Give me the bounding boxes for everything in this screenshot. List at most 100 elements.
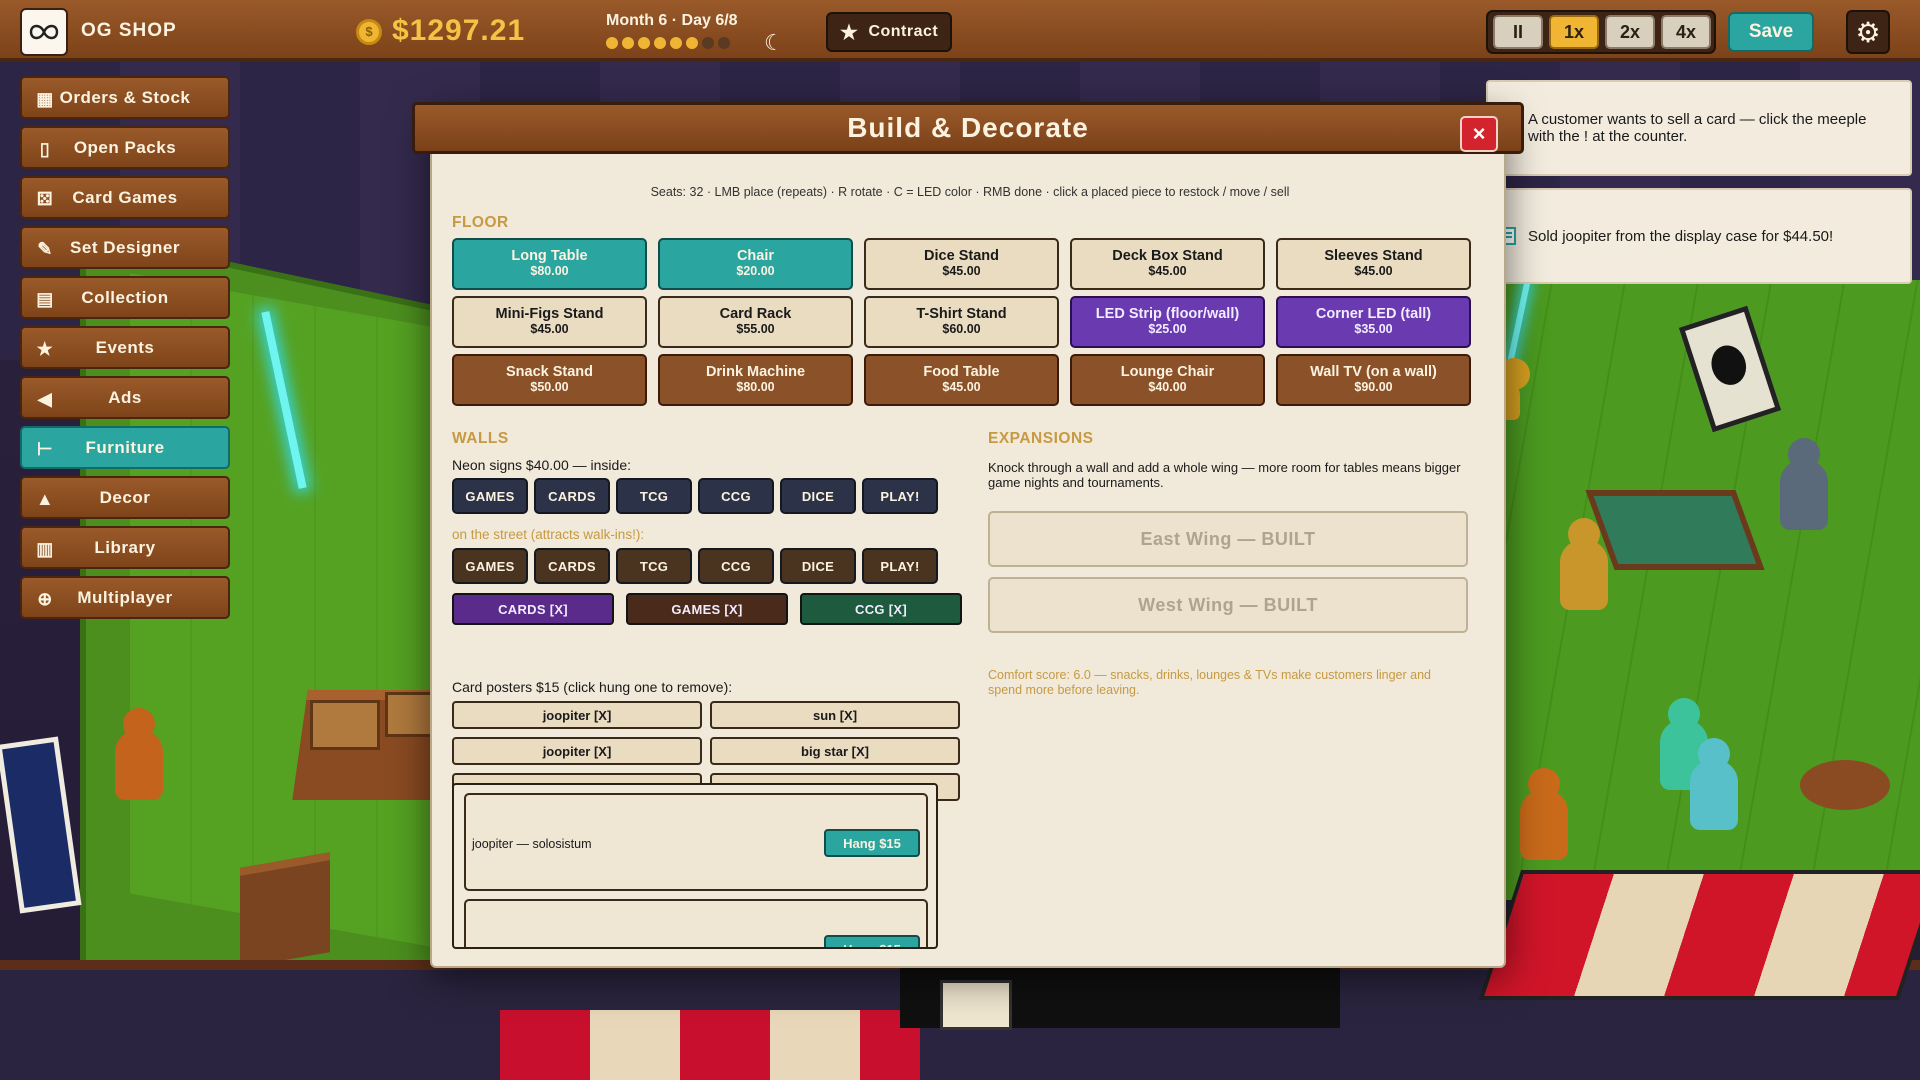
customer-meeple[interactable] [115, 708, 163, 800]
floor-item-snack-stand[interactable]: Snack Stand $50.00 [452, 354, 647, 406]
item-price: $45.00 [1354, 264, 1393, 278]
close-button[interactable]: × [1460, 116, 1498, 152]
hang-poster-button[interactable]: Hang $15 [824, 829, 920, 857]
comfort-score: Comfort score: 6.0 — snacks, drinks, lou… [988, 668, 1432, 697]
customer-meeple[interactable] [1560, 518, 1608, 610]
star-icon: ★ [36, 339, 54, 359]
nav-multiplayer-button[interactable]: ⊕ Multiplayer [20, 576, 230, 619]
nav-card-games-button[interactable]: ⚄ Card Games [20, 176, 230, 219]
street-sign-games-button[interactable]: GAMES [452, 548, 528, 584]
floor-item-led-strip-floor-wall[interactable]: LED Strip (floor/wall) $25.00 [1070, 296, 1265, 348]
infinity-logo-icon [29, 24, 59, 40]
east-wing-button[interactable]: East Wing — BUILT [988, 511, 1468, 567]
item-price: $45.00 [530, 322, 569, 336]
globe-icon: ⊕ [37, 589, 53, 609]
speed-4x-button[interactable]: 4x [1661, 15, 1711, 49]
expansions-section-title: EXPANSIONS [988, 430, 1094, 447]
hung-poster-remove-button[interactable]: joopiter [X] [452, 737, 702, 765]
save-button[interactable]: Save [1728, 12, 1814, 52]
neon-signs-label: Neon signs $40.00 — inside: [452, 457, 631, 473]
nav-label: Events [95, 337, 155, 357]
hung-poster-remove-button[interactable]: sun [X] [710, 701, 960, 729]
nav-collection-button[interactable]: ▤ Collection [20, 276, 230, 319]
hung-poster-remove-button[interactable]: big star [X] [710, 737, 960, 765]
money-balance: $1297.21 [392, 14, 526, 47]
floor-item-dice-stand[interactable]: Dice Stand $45.00 [864, 238, 1059, 290]
speed-controls: II 1x 2x 4x [1486, 10, 1716, 54]
floor-item-card-rack[interactable]: Card Rack $55.00 [658, 296, 853, 348]
card-posters-label: Card posters $15 (click hung one to remo… [452, 679, 733, 695]
gear-icon: ⚙ [1855, 16, 1881, 48]
inside-sign-play-button[interactable]: PLAY! [862, 478, 938, 514]
inside-sign-cards-button[interactable]: CARDS [534, 478, 610, 514]
poster-picker-list[interactable]: joopiter — solosistum Hang $15 Hang $15 [452, 783, 938, 949]
notification-card[interactable]: A customer wants to sell a card — click … [1486, 80, 1912, 176]
nav-label: Orders & Stock [59, 87, 191, 107]
nav-label: Card Games [72, 187, 178, 207]
nav-events-button[interactable]: ★ Events [20, 326, 230, 369]
street-neon-signs: GAMES CARDS TCG CCG DICE PLAY! [452, 548, 938, 584]
item-price: $60.00 [942, 322, 981, 336]
nav-set-designer-button[interactable]: ✎ Set Designer [20, 226, 230, 269]
hung-poster-remove-button[interactable]: joopiter [X] [452, 701, 702, 729]
day-dot-filled [622, 37, 634, 49]
floor-item-mini-figs-stand[interactable]: Mini-Figs Stand $45.00 [452, 296, 647, 348]
inside-sign-dice-button[interactable]: DICE [780, 478, 856, 514]
speed-1x-button[interactable]: 1x [1549, 15, 1599, 49]
inside-sign-tcg-button[interactable]: TCG [616, 478, 692, 514]
item-name: LED Strip (floor/wall) [1095, 306, 1240, 322]
customer-meeple[interactable] [1690, 738, 1738, 830]
floor-item-drink-machine[interactable]: Drink Machine $80.00 [658, 354, 853, 406]
nav-ads-button[interactable]: ◀ Ads [20, 376, 230, 419]
settings-button[interactable]: ⚙ [1846, 10, 1890, 54]
item-price: $40.00 [1148, 380, 1187, 394]
street-sign-play-button[interactable]: PLAY! [862, 548, 938, 584]
inside-sign-ccg-button[interactable]: CCG [698, 478, 774, 514]
game-table [1585, 490, 1765, 570]
floor-item-sleeves-stand[interactable]: Sleeves Stand $45.00 [1276, 238, 1471, 290]
box-icon: ▦ [36, 89, 54, 109]
contract-button[interactable]: ★ Contract [826, 12, 952, 52]
nav-label: Ads [108, 387, 142, 407]
speed-2x-button[interactable]: 2x [1605, 15, 1655, 49]
floor-item-food-table[interactable]: Food Table $45.00 [864, 354, 1059, 406]
west-wing-button[interactable]: West Wing — BUILT [988, 577, 1468, 633]
hang-poster-button[interactable]: Hang $15 [824, 935, 920, 947]
item-price: $25.00 [1148, 322, 1187, 336]
inside-sign-games-button[interactable]: GAMES [452, 478, 528, 514]
nav-furniture-button[interactable]: ⊢ Furniture [20, 426, 230, 469]
nav-decor-button[interactable]: ▲ Decor [20, 476, 230, 519]
floor-item-corner-led-tall[interactable]: Corner LED (tall) $35.00 [1276, 296, 1471, 348]
placed-street-sign-remove-button[interactable]: GAMES [X] [626, 593, 788, 625]
expansions-description: Knock through a wall and add a whole win… [988, 460, 1461, 490]
shop-logo [20, 8, 68, 56]
display-table [240, 852, 330, 968]
street-sign-dice-button[interactable]: DICE [780, 548, 856, 584]
floor-items-grid: Long Table $80.00 Chair $20.00 Dice Stand $45… [452, 238, 1472, 406]
nav-open-packs-button[interactable]: ▯ Open Packs [20, 126, 230, 169]
floor-item-chair[interactable]: Chair $20.00 [658, 238, 853, 290]
shop-name: OG SHOP [81, 20, 177, 41]
customer-meeple[interactable] [1520, 768, 1568, 860]
floor-item-long-table[interactable]: Long Table $80.00 [452, 238, 647, 290]
left-sidebar: ▦ Orders & Stock ▯ Open Packs ⚄ Card Games ✎ Se… [20, 76, 230, 626]
street-sign-cards-button[interactable]: CARDS [534, 548, 610, 584]
placed-street-sign-remove-button[interactable]: CARDS [X] [452, 593, 614, 625]
pause-button[interactable]: II [1493, 15, 1543, 49]
nav-orders-stock-button[interactable]: ▦ Orders & Stock [20, 76, 230, 119]
street-sign-ccg-button[interactable]: CCG [698, 548, 774, 584]
floor-item-deck-box-stand[interactable]: Deck Box Stand $45.00 [1070, 238, 1265, 290]
dice-icon: ⚄ [36, 189, 54, 209]
street-sign-tcg-button[interactable]: TCG [616, 548, 692, 584]
notification-card[interactable]: Sold joopiter from the display case for … [1486, 188, 1912, 284]
customer-meeple[interactable] [1780, 438, 1828, 530]
day-dot-filled [638, 37, 650, 49]
floor-item-wall-tv-on-a-wall[interactable]: Wall TV (on a wall) $90.00 [1276, 354, 1471, 406]
item-name: T-Shirt Stand [916, 306, 1007, 322]
placed-street-sign-remove-button[interactable]: CCG [X] [800, 593, 962, 625]
nav-library-button[interactable]: ▥ Library [20, 526, 230, 569]
round-table [1800, 760, 1890, 810]
floor-item-lounge-chair[interactable]: Lounge Chair $40.00 [1070, 354, 1265, 406]
chair-icon: ⊢ [36, 439, 54, 459]
floor-item-t-shirt-stand[interactable]: T-Shirt Stand $60.00 [864, 296, 1059, 348]
